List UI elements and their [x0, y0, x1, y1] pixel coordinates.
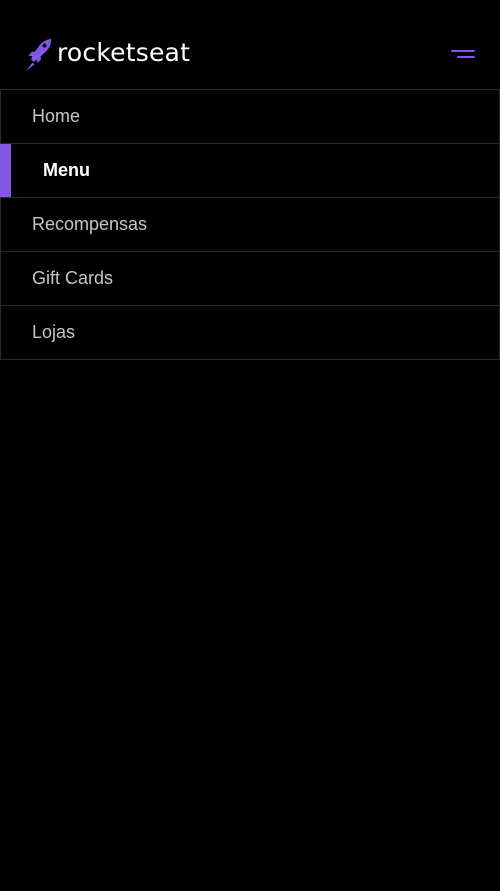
nav-item-gift-cards[interactable]: Gift Cards: [0, 251, 500, 305]
nav-item-label: Home: [32, 106, 81, 126]
nav-item-label: Menu: [43, 160, 90, 180]
nav-item-label: Recompensas: [32, 214, 148, 234]
active-indicator: [0, 144, 11, 197]
app-header: rocketseat: [0, 0, 500, 89]
nav-item-menu[interactable]: Menu: [0, 143, 500, 197]
nav-item-label: Lojas: [32, 322, 76, 342]
menu-icon[interactable]: [451, 48, 475, 62]
rocket-icon: [26, 39, 52, 71]
logo-text: rocketseat: [57, 37, 191, 67]
menu-icon-bar: [457, 56, 475, 58]
nav-item-label: Gift Cards: [32, 268, 114, 288]
nav-menu: Home Menu Recompensas Gift Cards Lojas: [0, 89, 500, 360]
logo[interactable]: rocketseat: [25, 38, 190, 72]
nav-item-home[interactable]: Home: [0, 89, 500, 143]
nav-item-recompensas[interactable]: Recompensas: [0, 197, 500, 251]
nav-item-lojas[interactable]: Lojas: [0, 305, 500, 360]
menu-icon-bar: [451, 50, 475, 52]
